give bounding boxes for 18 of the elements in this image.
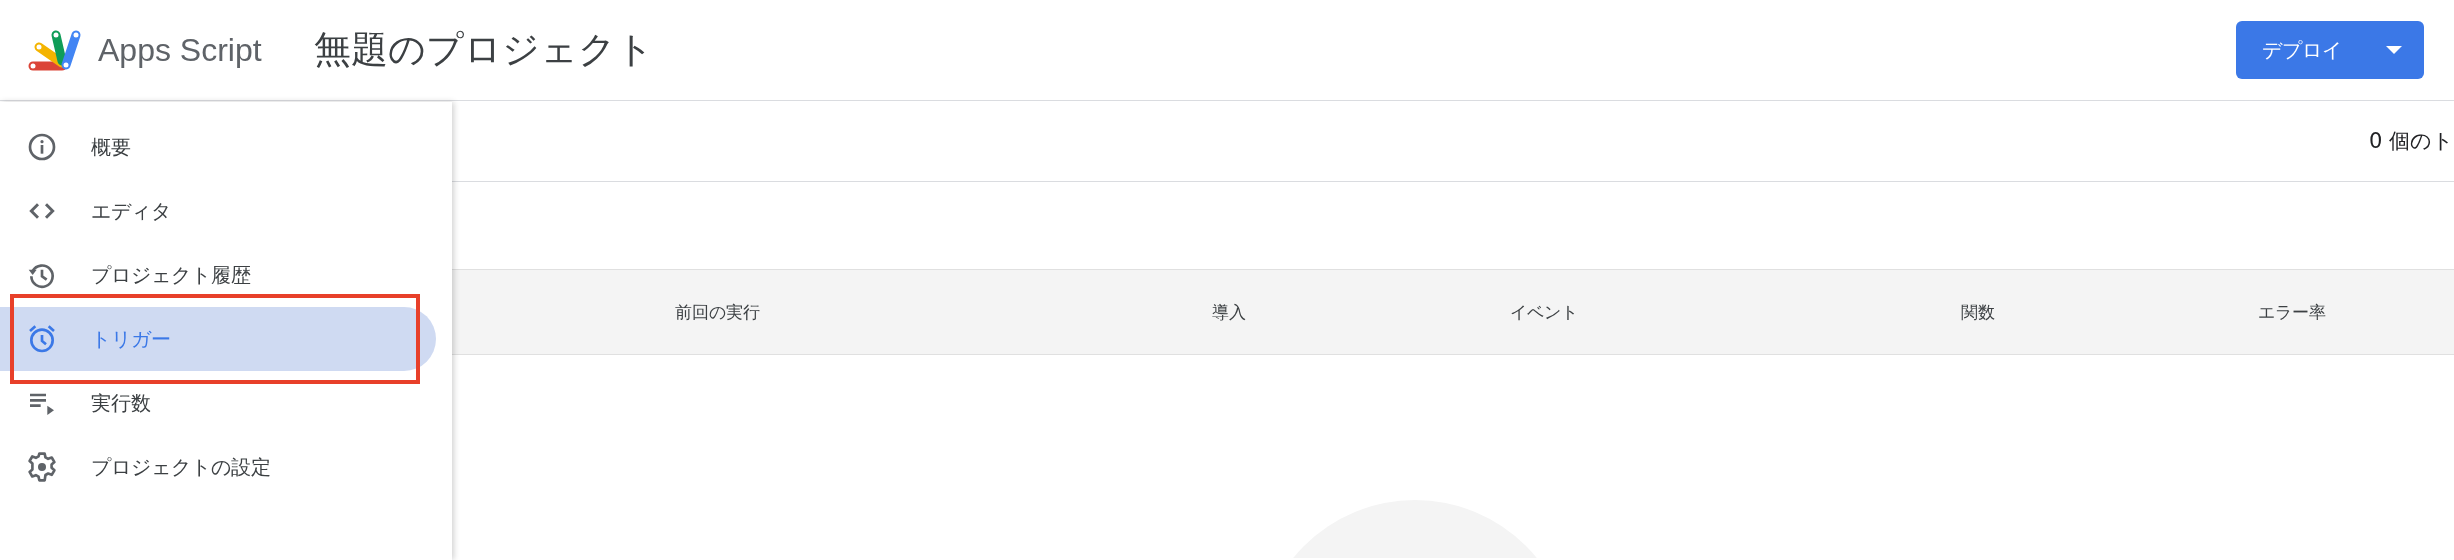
sidebar-item[interactable]: エディタ [0,179,436,243]
column-header[interactable]: 前回の実行 [675,301,760,322]
sidebar-item[interactable]: プロジェクトの設定 [0,435,436,499]
sidebar-item[interactable]: 概要 [0,115,436,179]
info-icon [26,131,58,163]
column-header[interactable]: イベント [1510,301,1579,322]
column-header[interactable]: 関数 [1960,301,1995,322]
apps-script-logo [28,29,82,71]
deploy-button[interactable]: デプロイ [2236,21,2424,79]
column-header[interactable]: エラー率 [2257,301,2326,322]
column-header[interactable]: 導入 [1212,301,1247,322]
sidebar-item[interactable]: プロジェクト履歴 [0,243,436,307]
product-name: Apps Script [98,31,262,69]
caret-icon [2386,46,2402,54]
sidebar-item[interactable]: 実行数 [0,371,436,435]
settings-icon [26,451,58,483]
trigger-count: 0 個のト [2368,128,2454,155]
project-title[interactable]: 無題のプロジェクト [313,25,654,75]
